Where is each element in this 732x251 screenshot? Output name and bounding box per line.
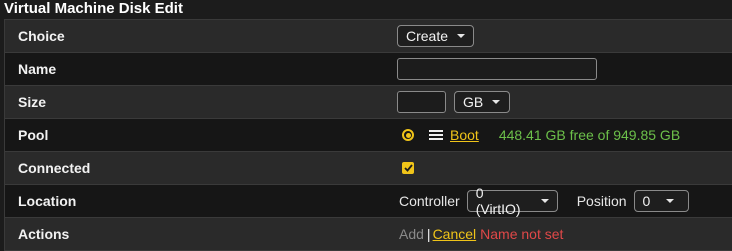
row-connected: Connected	[5, 152, 732, 185]
connected-label: Connected	[18, 160, 91, 176]
location-label: Location	[18, 193, 77, 209]
connected-checkbox[interactable]	[402, 162, 414, 174]
window-title: Virtual Machine Disk Edit	[4, 0, 183, 17]
size-input[interactable]	[397, 91, 446, 113]
pool-link[interactable]: Boot	[450, 127, 479, 143]
chevron-down-icon	[492, 100, 501, 104]
controller-select[interactable]: 0 (VirtIO)	[466, 185, 558, 217]
chevron-down-icon	[666, 199, 675, 203]
check-icon	[403, 164, 413, 172]
error-message: Name not set	[480, 226, 564, 242]
pool-free-text: 448.41 GB free of 949.85 GB	[498, 127, 681, 143]
position-select-value: 0	[642, 193, 651, 209]
disk-edit-form: Choice Create Name Size GB Pool Boot 448…	[4, 19, 732, 251]
row-location: Location Controller 0 (VirtIO) Position …	[5, 185, 732, 218]
pool-label: Pool	[18, 127, 49, 143]
controller-select-value: 0 (VirtIO)	[475, 185, 521, 217]
chevron-down-icon	[457, 34, 466, 38]
choice-select[interactable]: Create	[397, 25, 474, 47]
position-label: Position	[576, 193, 627, 209]
row-pool: Pool Boot 448.41 GB free of 949.85 GB	[5, 119, 732, 152]
choice-select-value: Create	[406, 28, 449, 44]
size-label: Size	[18, 94, 47, 110]
size-unit-select[interactable]: GB	[454, 91, 510, 113]
list-icon	[429, 130, 443, 140]
row-actions: Actions Add | Cancel Name not set	[5, 218, 732, 250]
choice-label: Choice	[18, 28, 65, 44]
row-size: Size GB	[5, 86, 732, 119]
actions-label: Actions	[18, 226, 70, 242]
controller-label: Controller	[399, 193, 460, 209]
size-unit-value: GB	[463, 94, 484, 110]
actions-separator: |	[426, 226, 431, 242]
row-name: Name	[5, 53, 732, 86]
radio-selected-dot	[405, 132, 411, 138]
cancel-button[interactable]: Cancel	[433, 226, 477, 242]
name-label: Name	[18, 61, 57, 77]
chevron-down-icon	[540, 199, 549, 203]
position-select[interactable]: 0	[633, 190, 689, 212]
row-choice: Choice Create	[5, 20, 732, 53]
add-button[interactable]: Add	[399, 226, 424, 242]
pool-radio[interactable]	[402, 129, 414, 141]
name-input[interactable]	[397, 58, 597, 80]
